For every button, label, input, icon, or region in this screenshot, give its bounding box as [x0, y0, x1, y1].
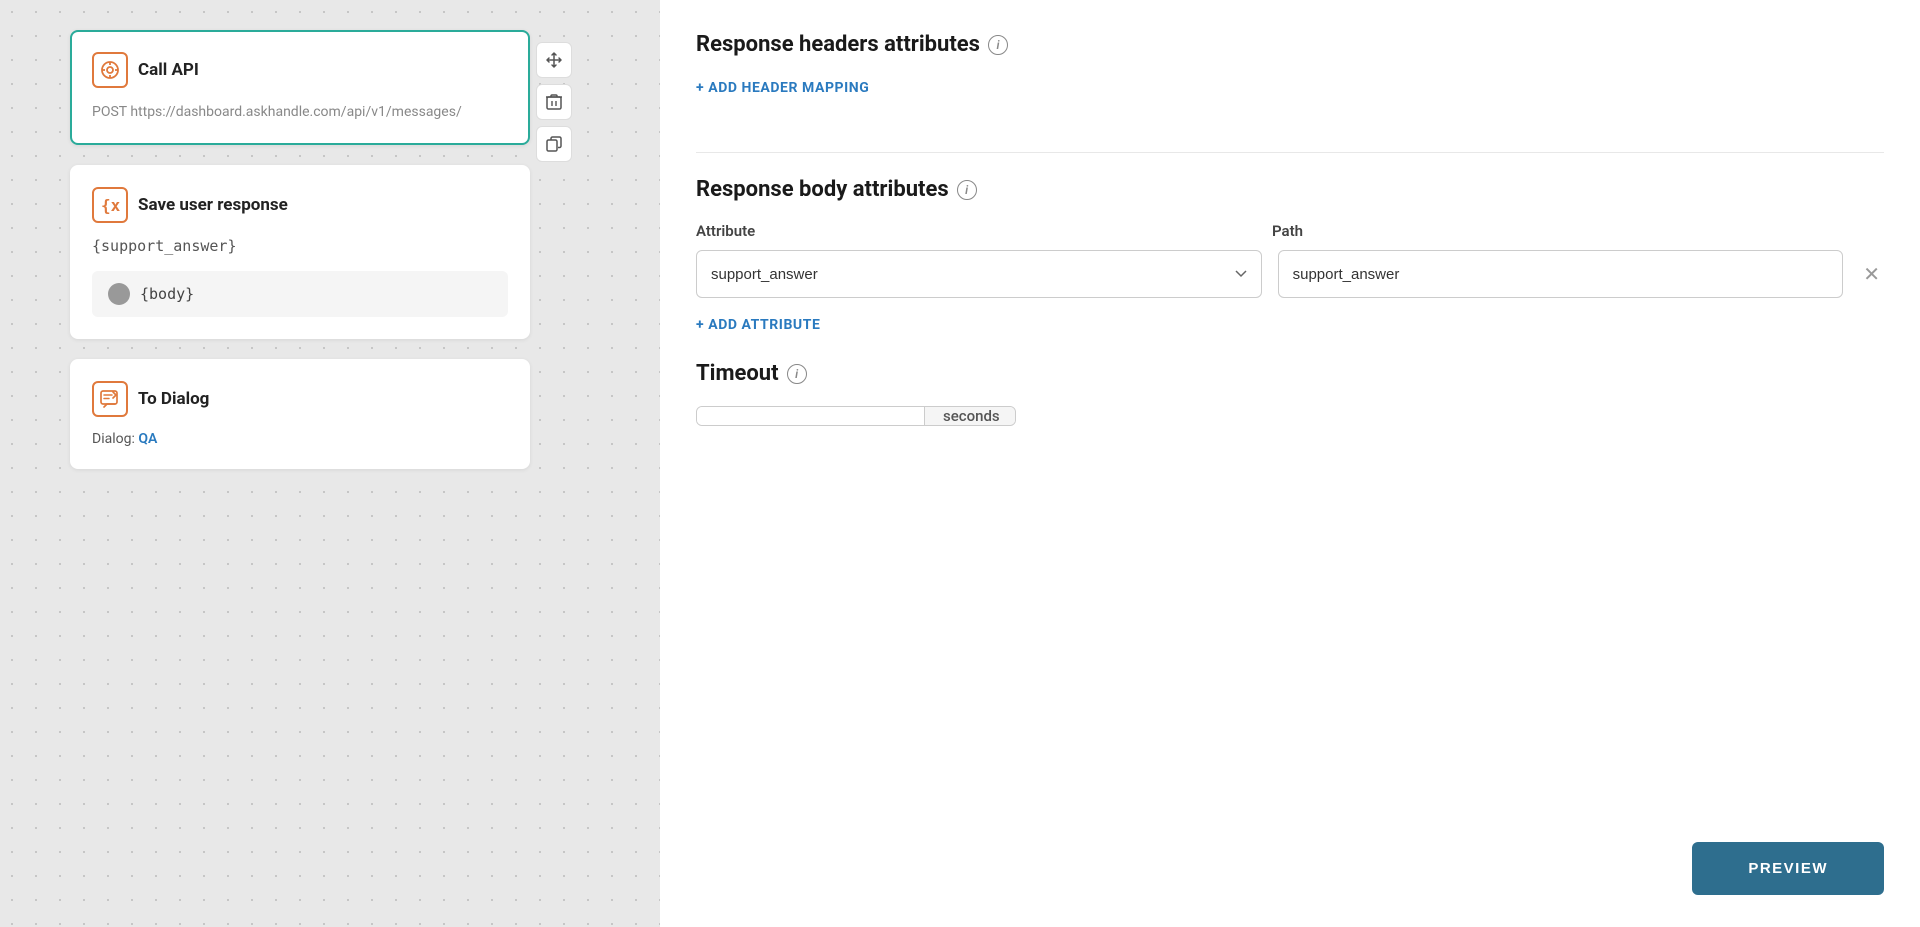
call-api-card[interactable]: Call API POST https://dashboard.askhandl… — [70, 30, 530, 145]
to-dialog-title: To Dialog — [138, 389, 209, 409]
call-api-header: Call API — [92, 52, 508, 88]
call-api-icon — [92, 52, 128, 88]
save-response-header: {x} Save user response — [92, 187, 508, 223]
attr-labels-row: Attribute Path — [696, 222, 1884, 240]
call-api-title: Call API — [138, 60, 199, 80]
body-tag: {body} — [92, 271, 508, 317]
call-api-subtitle: POST https://dashboard.askhandle.com/api… — [92, 102, 508, 123]
timeout-info-icon: i — [787, 364, 807, 384]
duplicate-button[interactable] — [536, 126, 572, 162]
attribute-column-label: Attribute — [696, 222, 1252, 240]
save-user-response-card[interactable]: {x} Save user response {support_answer} … — [70, 165, 530, 339]
response-body-section: Response body attributes i Attribute Pat… — [696, 177, 1884, 333]
timeout-number-input[interactable] — [697, 407, 924, 425]
body-dot — [108, 283, 130, 305]
save-response-title: Save user response — [138, 195, 288, 215]
move-button[interactable] — [536, 42, 572, 78]
body-tag-text: {body} — [140, 285, 194, 303]
timeout-section: Timeout i seconds — [696, 361, 1884, 426]
to-dialog-icon — [92, 381, 128, 417]
add-attribute-link[interactable]: + ADD ATTRIBUTE — [696, 317, 820, 333]
canvas-area: Call API POST https://dashboard.askhandl… — [0, 0, 660, 927]
divider-1 — [696, 152, 1884, 153]
dialog-link[interactable]: QA — [138, 431, 157, 447]
timeout-title: Timeout i — [696, 361, 1884, 386]
response-body-title: Response body attributes i — [696, 177, 1884, 202]
save-response-icon: {x} — [92, 187, 128, 223]
svg-text:{x}: {x} — [101, 196, 121, 215]
delete-button[interactable] — [536, 84, 572, 120]
remove-attr-button-0[interactable]: ✕ — [1859, 258, 1884, 291]
path-input-0[interactable] — [1278, 250, 1844, 298]
response-headers-section: Response headers attributes i + ADD HEAD… — [696, 32, 1884, 128]
response-headers-info-icon: i — [988, 35, 1008, 55]
timeout-input-row: seconds — [696, 406, 1016, 426]
right-panel: Response headers attributes i + ADD HEAD… — [660, 0, 1920, 927]
attribute-row-0: support_answer ✕ — [696, 250, 1884, 298]
node-toolbar — [536, 42, 572, 162]
attribute-select-0[interactable]: support_answer — [696, 250, 1262, 298]
dialog-label: Dialog: QA — [92, 431, 508, 447]
response-body-variable: {support_answer} — [92, 237, 508, 255]
to-dialog-header: To Dialog — [92, 381, 508, 417]
preview-button[interactable]: PREVIEW — [1692, 842, 1884, 895]
response-body-info-icon: i — [957, 180, 977, 200]
path-column-label: Path — [1272, 222, 1828, 240]
timeout-unit-label: seconds — [924, 407, 1016, 425]
response-headers-title: Response headers attributes i — [696, 32, 1884, 57]
to-dialog-card[interactable]: To Dialog Dialog: QA — [70, 359, 530, 469]
add-header-mapping-link[interactable]: + ADD HEADER MAPPING — [696, 80, 869, 96]
